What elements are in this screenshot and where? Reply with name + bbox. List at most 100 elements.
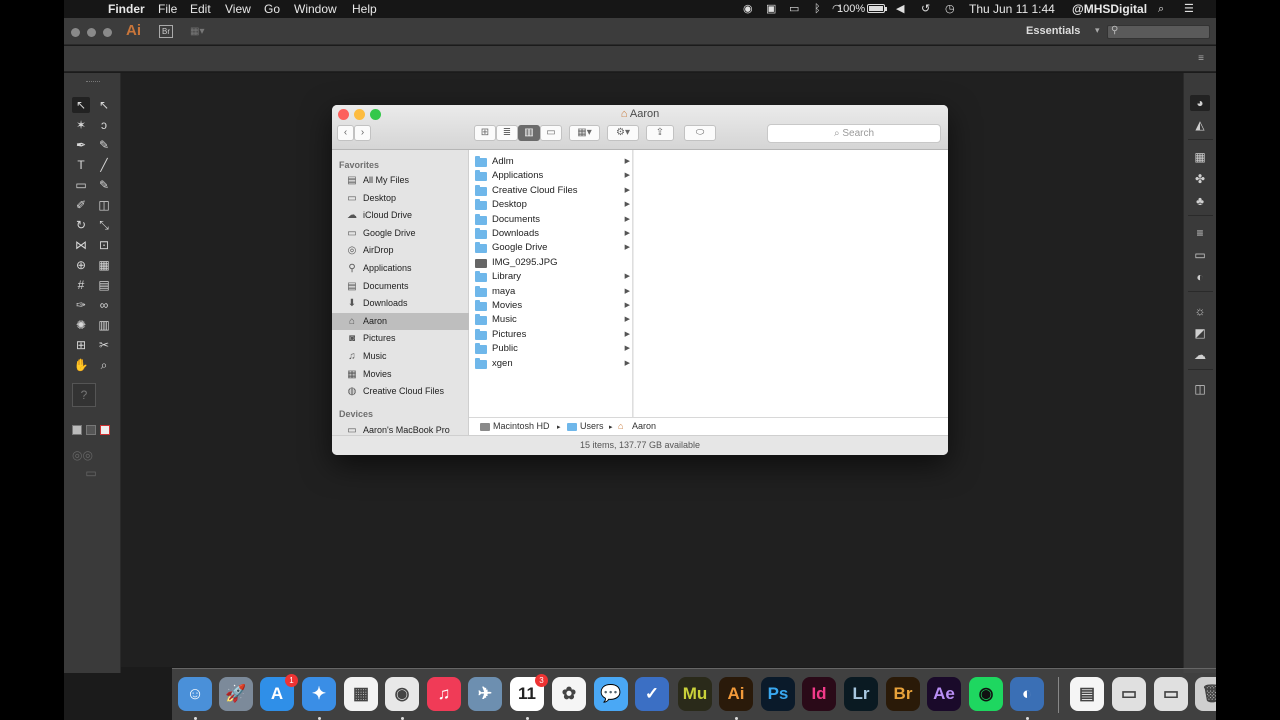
ai-zoom-button[interactable] (103, 28, 112, 37)
shape-builder-tool-icon[interactable]: ⊕ (72, 257, 90, 273)
chevron-down-icon[interactable]: ▾ (1095, 25, 1100, 36)
gradient-panel-icon[interactable]: ▭ (1190, 247, 1210, 263)
paintbrush-tool-icon[interactable]: ✎ (95, 177, 113, 193)
arrange-documents-icon[interactable]: ▦▾ (190, 26, 212, 37)
curvature-tool-icon[interactable]: ✎ (95, 137, 113, 153)
share-button[interactable]: ⇪ (646, 125, 674, 141)
time-machine-icon[interactable]: ↺ (921, 2, 930, 16)
type-tool-icon[interactable]: T (72, 157, 90, 173)
menu-help[interactable]: Help (352, 2, 377, 16)
spotify-dock-icon[interactable]: ◉ (969, 677, 1003, 711)
cover-flow-button[interactable]: ▭ (540, 125, 562, 141)
graphic-styles-panel-icon[interactable]: ◩ (1190, 325, 1210, 341)
path-item-drive[interactable]: Macintosh HD (493, 421, 550, 431)
clock-status-icon[interactable]: ◷ (945, 2, 955, 16)
column-view-button[interactable]: ▥ (518, 125, 540, 141)
arrange-button[interactable]: ▦▾ (569, 125, 600, 141)
download-stack-dock-icon[interactable]: ▭ (1154, 677, 1188, 711)
file-list-item[interactable]: Desktop ▶ (469, 198, 633, 212)
file-list-item[interactable]: Downloads ▶ (469, 227, 633, 241)
stroke-panel-icon[interactable]: ≡ (1190, 225, 1210, 241)
symbols-panel-icon[interactable]: ♣ (1190, 193, 1210, 209)
sidebar-item[interactable]: ▦ Movies (332, 366, 469, 383)
sidebar-item[interactable]: ▭ Desktop (332, 190, 469, 207)
path-item-home[interactable]: Aaron (632, 421, 656, 431)
bridge-dock-icon[interactable]: Br (886, 677, 920, 711)
artboard-tool-icon[interactable]: ⊞ (72, 337, 90, 353)
menu-edit[interactable]: Edit (190, 2, 211, 16)
drawing-mode-icon[interactable]: ◎◎ (72, 447, 93, 463)
fill-stroke-icon[interactable]: ? (72, 383, 96, 407)
grid-app-dock-icon[interactable]: ▦ (344, 677, 378, 711)
bluetooth-icon[interactable]: ᛒ (814, 2, 821, 16)
eyedropper-tool-icon[interactable]: ✑ (72, 297, 90, 313)
sidebar-item[interactable]: ⬇ Downloads (332, 295, 469, 312)
itunes-dock-icon[interactable]: ♫ (427, 677, 461, 711)
symbol-sprayer-tool-icon[interactable]: ✺ (72, 317, 90, 333)
blend-tool-icon[interactable]: ∞ (95, 297, 113, 313)
finder-search-field[interactable]: ⌕ Search (767, 124, 941, 143)
graph-tool-icon[interactable]: ▥ (95, 317, 113, 333)
file-list-item[interactable]: maya ▶ (469, 285, 633, 299)
brushes-panel-icon[interactable]: ✤ (1190, 171, 1210, 187)
file-list-item[interactable]: Google Drive ▶ (469, 241, 633, 255)
rectangle-tool-icon[interactable]: ▭ (72, 177, 90, 193)
file-list-item[interactable]: Documents ▶ (469, 213, 633, 227)
chrome-dock-icon[interactable]: ◉ (385, 677, 419, 711)
menu-go[interactable]: Go (264, 2, 280, 16)
tags-button[interactable]: ⬭ (684, 125, 716, 141)
illustrator-dock-icon[interactable]: Ai (719, 677, 753, 711)
width-tool-icon[interactable]: ⋈ (72, 237, 90, 253)
preview-dock-icon[interactable]: ✈ (468, 677, 502, 711)
color-mode-icon[interactable] (72, 425, 82, 435)
menu-app-name[interactable]: Finder (108, 2, 145, 16)
transparency-panel-icon[interactable]: ◐ (1190, 269, 1210, 285)
lasso-tool-icon[interactable]: ↄ (95, 117, 113, 133)
file-list-item[interactable]: Adlm ▶ (469, 155, 633, 169)
browser-dock-icon[interactable]: ◐ (1010, 677, 1044, 711)
photos-dock-icon[interactable]: ✿ (552, 677, 586, 711)
menu-clock[interactable]: Thu Jun 11 1:44 (969, 2, 1055, 16)
pen-tool-icon[interactable]: ✒ (72, 137, 90, 153)
back-button[interactable]: ‹ (337, 125, 354, 141)
path-item-users[interactable]: Users (580, 421, 604, 431)
file-list-item[interactable]: Movies ▶ (469, 299, 633, 313)
icon-view-button[interactable]: ⊞ (474, 125, 496, 141)
scale-tool-icon[interactable]: ⤡ (95, 217, 113, 233)
swatches-panel-icon[interactable]: ▦ (1190, 149, 1210, 165)
sidebar-item[interactable]: ⚲ Applications (332, 260, 469, 277)
spotlight-search-icon[interactable]: ⌕ (1158, 2, 1164, 16)
trash-dock-icon[interactable]: 🗑 (1195, 677, 1216, 711)
sidebar-item[interactable]: ▤ All My Files (332, 172, 469, 189)
bridge-button[interactable]: Br (159, 25, 173, 38)
zoom-tool-icon[interactable]: ⌕ (95, 357, 113, 373)
line-tool-icon[interactable]: ╱ (95, 157, 113, 173)
tasks-dock-icon[interactable]: ✓ (635, 677, 669, 711)
hand-tool-icon[interactable]: ✋ (72, 357, 90, 373)
calendar-dock-icon[interactable]: 11 3 (510, 674, 548, 711)
direct-selection-tool-icon[interactable]: ↖ (95, 97, 113, 113)
sidebar-item[interactable]: ◍ Creative Cloud Files (332, 383, 469, 400)
appearance-panel-icon[interactable]: ☼ (1190, 303, 1210, 319)
menu-view[interactable]: View (225, 2, 251, 16)
file-list-item[interactable]: xgen ▶ (469, 357, 633, 371)
eraser-tool-icon[interactable]: ◫ (95, 197, 113, 213)
sidebar-item[interactable]: ⌂ Aaron (332, 312, 469, 330)
after-effects-dock-icon[interactable]: Ae (927, 677, 961, 711)
gradient-mode-icon[interactable] (86, 425, 96, 435)
file-list-item[interactable]: Public ▶ (469, 342, 633, 356)
folder-stack-dock-icon[interactable]: ▭ (1112, 677, 1146, 711)
magic-wand-tool-icon[interactable]: ✶ (72, 117, 90, 133)
finder-dock-icon[interactable]: ☺ (178, 677, 212, 711)
safari-dock-icon[interactable]: ✦ (302, 677, 336, 711)
file-list-item[interactable]: IMG_0295.JPG (469, 256, 633, 270)
forward-button[interactable]: › (354, 125, 371, 141)
user-name[interactable]: @MHSDigital (1072, 2, 1147, 16)
airplay-icon[interactable]: ▭ (789, 2, 799, 16)
sidebar-item[interactable]: ▤ Documents (332, 278, 469, 295)
notification-center-icon[interactable]: ☰ (1184, 2, 1194, 16)
slice-tool-icon[interactable]: ✂ (95, 337, 113, 353)
selection-tool-icon[interactable]: ↖ (72, 97, 90, 113)
menu-window[interactable]: Window (294, 2, 337, 16)
color-panel-icon[interactable]: ◕ (1190, 95, 1210, 111)
